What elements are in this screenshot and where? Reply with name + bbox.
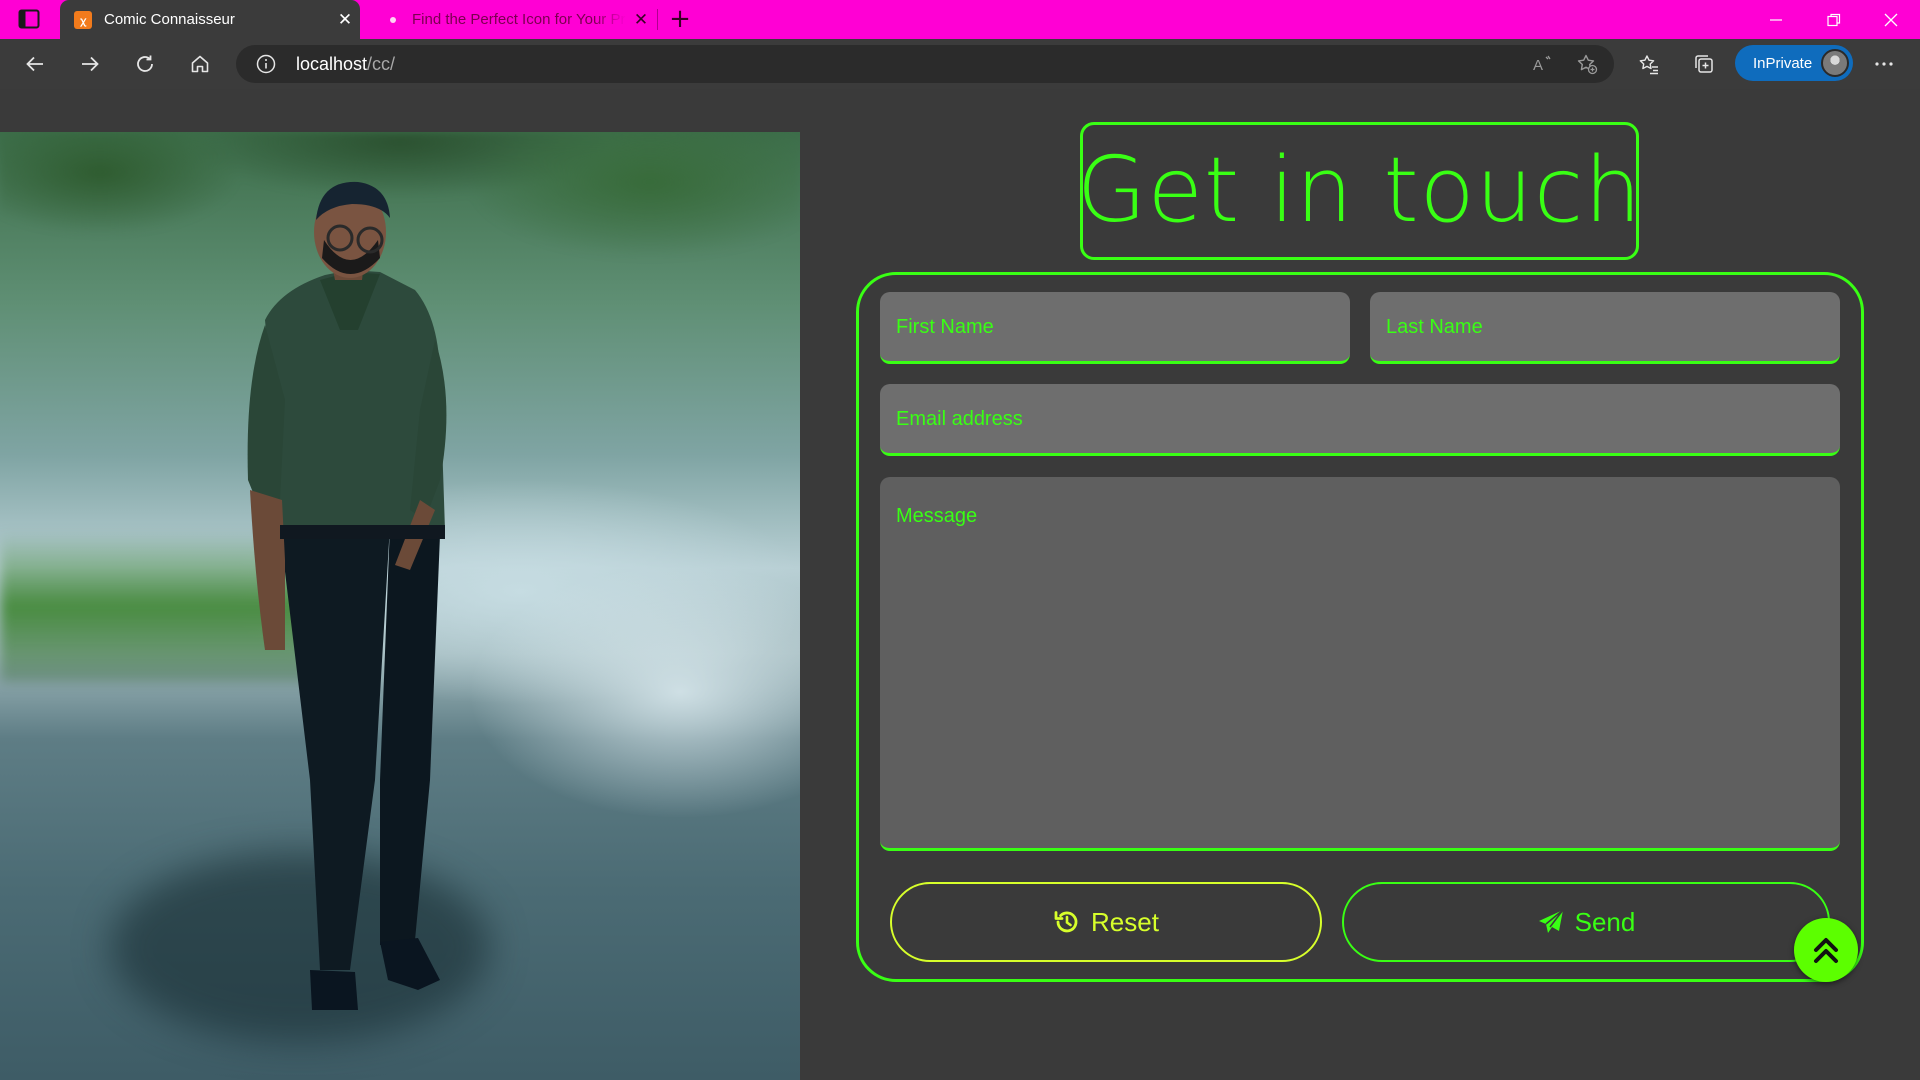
last-name-placeholder: Last Name [1386,316,1483,338]
home-button[interactable] [182,47,218,81]
double-chevron-up-icon [1814,938,1838,963]
page-content: Get in touch First Name Last Name Email … [0,89,1920,1080]
browser-toolbar: localhost/cc/ A InPrivate [0,39,1920,89]
loading-dot-icon [390,16,396,23]
paper-plane-icon [1538,909,1564,933]
arrow-right-icon [82,56,99,72]
settings-more-button[interactable] [1866,47,1902,81]
email-input[interactable]: Email address [880,384,1840,456]
favorites-icon [1639,55,1658,75]
url-path: /cc/ [367,54,396,74]
contact-hero-photo [0,132,800,1080]
first-name-placeholder: First Name [896,316,994,338]
person-in-rain-figure [247,181,447,1010]
home-icon [191,55,209,73]
inprivate-label: InPrivate [1753,54,1813,72]
send-button[interactable]: Send [1342,882,1830,962]
tab-title: Comic Connaisseur [104,11,235,28]
inprivate-badge[interactable]: InPrivate [1735,45,1853,81]
restore-button[interactable] [1805,0,1863,39]
history-icon [1054,911,1078,933]
tab-title: Find the Perfect Icon for Your Pro [412,11,626,28]
close-tab-icon[interactable]: ✕ [330,10,360,30]
tab-comic-connaisseur[interactable]: ꭓ Comic Connaisseur ✕ [60,0,360,39]
xampp-favicon-icon: ꭓ [74,10,92,29]
more-horizontal-icon [1875,62,1893,66]
close-window-button[interactable] [1862,0,1920,39]
tab-separator [657,9,658,30]
svg-text:A: A [1533,57,1543,74]
minimize-button[interactable] [1747,0,1805,39]
reset-label: Reset [1091,906,1159,937]
info-icon[interactable] [256,54,276,74]
profile-avatar[interactable] [1821,49,1849,77]
address-bar[interactable]: localhost/cc/ A [236,45,1614,83]
url-text[interactable]: localhost/cc/ [296,54,395,75]
email-placeholder: Email address [896,408,1023,430]
browser-titlebar: ꭓ Comic Connaisseur ✕ Find the Perfect I… [0,0,1920,39]
arrow-left-icon [26,56,43,72]
message-placeholder: Message [896,505,978,527]
last-name-input[interactable]: Last Name [1370,292,1840,364]
reset-button[interactable]: Reset [890,882,1322,962]
page-title: Get in touch [1076,138,1643,243]
collections-button[interactable] [1686,47,1722,81]
refresh-icon [137,55,153,72]
message-textarea[interactable]: Message [880,477,1840,851]
tab-find-icon[interactable]: Find the Perfect Icon for Your Pro ✕ [368,0,656,39]
close-tab-icon[interactable]: ✕ [626,10,656,30]
collections-icon [1695,55,1713,73]
favorites-button[interactable] [1631,47,1667,81]
url-host: localhost [296,54,368,74]
scroll-to-top-button[interactable] [1794,918,1858,982]
send-label: Send [1574,906,1636,937]
forward-button[interactable] [72,47,108,81]
back-button[interactable] [17,47,53,81]
refresh-button[interactable] [127,47,163,81]
read-aloud-icon[interactable]: A [1532,53,1554,75]
tab-actions-icon[interactable] [18,9,40,29]
first-name-input[interactable]: First Name [880,292,1350,364]
new-tab-button[interactable]: + [664,3,696,35]
add-favorite-icon[interactable] [1576,53,1598,75]
contact-heading-box: Get in touch [1077,122,1641,260]
